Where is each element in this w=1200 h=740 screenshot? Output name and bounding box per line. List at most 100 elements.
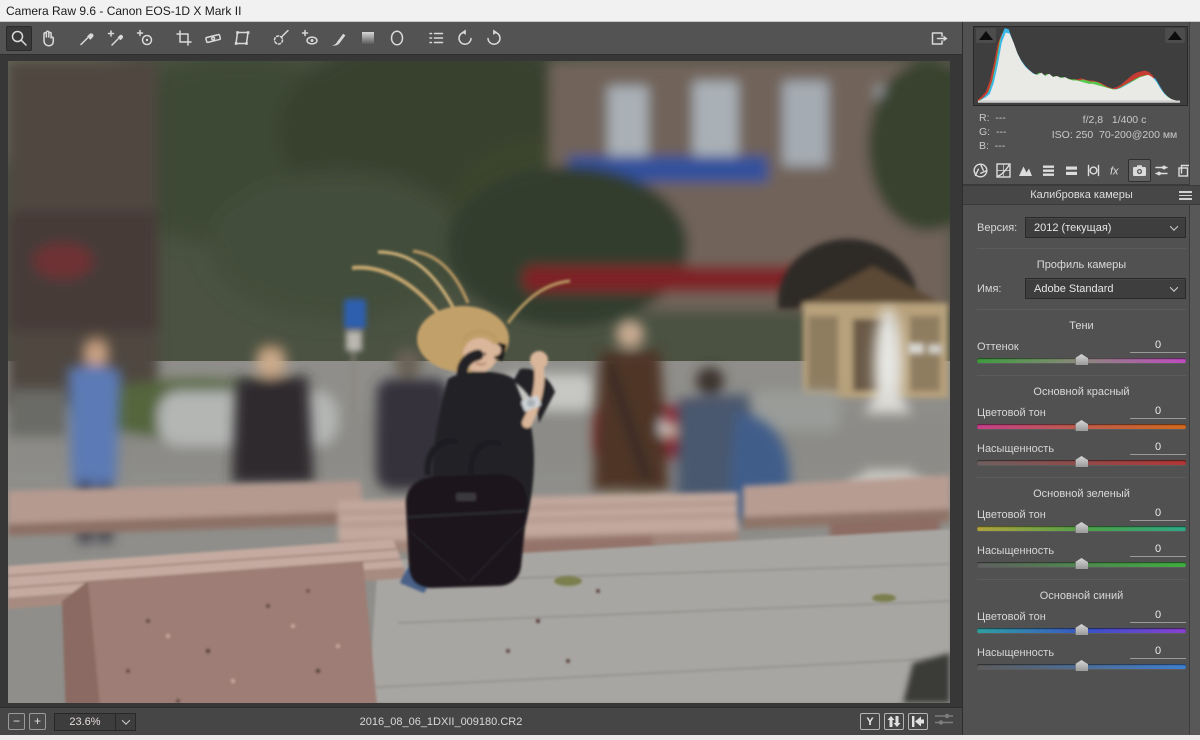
red-hue-label: Цветовой тон (977, 407, 1046, 419)
green-saturation-value-field[interactable]: 0 (1130, 543, 1186, 557)
before-after-toggle-button[interactable]: Y (860, 713, 880, 730)
tab-presets[interactable] (1151, 159, 1174, 182)
process-version-select[interactable]: 2012 (текущая) (1025, 217, 1186, 238)
panel-scrollbar[interactable] (1189, 22, 1200, 735)
camera-raw-window: Camera Raw 9.6 - Canon EOS-1D X Mark II (0, 0, 1200, 740)
g-label: G: (979, 126, 991, 138)
rotate-right-icon[interactable] (481, 26, 507, 51)
zoom-level-dropdown[interactable] (116, 712, 136, 731)
red-hue-slider[interactable] (977, 420, 1186, 431)
image-canvas (0, 55, 962, 707)
chevron-down-icon (1169, 283, 1179, 292)
green-saturation-slider[interactable] (977, 558, 1186, 569)
tab-effects[interactable]: fx (1105, 159, 1128, 182)
tint-slider-thumb[interactable] (1075, 354, 1088, 365)
copy-settings-button[interactable] (908, 713, 928, 730)
tab-hsl-grayscale[interactable] (1037, 159, 1060, 182)
blue-saturation-value-field[interactable]: 0 (1130, 645, 1186, 659)
tab-lens-corrections[interactable] (1083, 159, 1106, 182)
red-hue-value-field[interactable]: 0 (1130, 405, 1186, 419)
red-eye-tool-icon[interactable] (297, 26, 323, 51)
adjustment-brush-tool-icon[interactable] (326, 26, 352, 51)
adjustments-panel: R: --- G: --- B: --- f/2,8 1/400 c ISO: … (962, 22, 1200, 735)
green-hue-value-field[interactable]: 0 (1130, 507, 1186, 521)
camera-profile-select[interactable]: Adobe Standard (1025, 278, 1186, 299)
red-primary-section-title: Основной красный (1033, 386, 1130, 398)
photo-preview[interactable] (8, 61, 950, 703)
aperture-value: f/2,8 (1082, 114, 1104, 126)
tint-value-field[interactable]: 0 (1130, 339, 1186, 353)
iso-value: ISO: 250 (1051, 129, 1094, 141)
zoom-tool-icon[interactable] (6, 25, 32, 51)
green-hue-label: Цветовой тон (977, 509, 1046, 521)
red-saturation-slider[interactable] (977, 456, 1186, 467)
toolbar (0, 22, 962, 55)
b-value: --- (994, 140, 1006, 152)
red-saturation-value-field[interactable]: 0 (1130, 441, 1186, 455)
swap-before-after-button[interactable] (884, 713, 904, 730)
blue-hue-slider[interactable] (977, 624, 1186, 635)
lens-value: 70-200@200 мм (1099, 129, 1178, 141)
status-bar: − + 23.6% 2016_08_06_1DXII_009180.CR2 Y (0, 707, 962, 735)
tab-split-toning[interactable] (1060, 159, 1083, 182)
tint-label: Оттенок (977, 341, 1019, 353)
shadow-clipping-indicator[interactable] (976, 28, 996, 43)
hand-tool-icon[interactable] (35, 26, 61, 51)
transform-tool-icon[interactable] (229, 26, 255, 51)
tab-camera-calibration[interactable] (1127, 159, 1151, 182)
tab-tone-curve[interactable] (992, 159, 1015, 182)
blue-hue-slider-thumb[interactable] (1075, 624, 1088, 635)
green-primary-section-title: Основной зеленый (1033, 488, 1130, 500)
profile-name-label: Имя: (977, 282, 1002, 295)
green-hue-slider-thumb[interactable] (1075, 522, 1088, 533)
panel-header: Калибровка камеры (963, 185, 1200, 205)
graduated-filter-tool-icon[interactable] (355, 26, 381, 51)
red-saturation-slider-thumb[interactable] (1075, 456, 1088, 467)
crop-tool-icon[interactable] (171, 26, 197, 51)
color-sampler-tool-icon[interactable] (103, 26, 129, 51)
blue-saturation-slider[interactable] (977, 660, 1186, 671)
straighten-tool-icon[interactable] (200, 26, 226, 51)
radial-filter-tool-icon[interactable] (384, 26, 410, 51)
tab-basic[interactable] (969, 159, 992, 182)
r-label: R: (979, 112, 990, 124)
white-balance-tool-icon[interactable] (74, 26, 100, 51)
blue-saturation-label: Насыщенность (977, 647, 1055, 659)
chevron-down-icon (121, 715, 130, 725)
tab-detail[interactable] (1014, 159, 1037, 182)
highlight-clipping-indicator[interactable] (1165, 28, 1185, 43)
panel-menu-icon[interactable] (1179, 191, 1192, 202)
shadows-section-title: Тени (1069, 320, 1094, 332)
svg-text:fx: fx (1110, 166, 1119, 178)
exif-readout: R: --- G: --- B: --- f/2,8 1/400 c ISO: … (963, 106, 1200, 157)
zoom-level-value[interactable]: 23.6% (54, 712, 116, 731)
version-value: 2012 (текущая) (1034, 221, 1112, 234)
tint-slider[interactable] (977, 354, 1186, 365)
b-label: B: (979, 140, 989, 152)
histogram[interactable] (973, 26, 1188, 106)
targeted-adjustment-tool-icon[interactable] (132, 26, 158, 51)
blue-hue-value-field[interactable]: 0 (1130, 609, 1186, 623)
green-hue-slider[interactable] (977, 522, 1186, 533)
spot-removal-tool-icon[interactable] (268, 26, 294, 51)
blue-saturation-slider-thumb[interactable] (1075, 660, 1088, 671)
zoom-in-button[interactable]: + (29, 713, 46, 730)
green-saturation-slider-thumb[interactable] (1075, 558, 1088, 569)
red-hue-slider-thumb[interactable] (1075, 420, 1088, 431)
red-saturation-label: Насыщенность (977, 443, 1055, 455)
shutter-value: 1/400 c (1111, 114, 1147, 126)
profile-value: Adobe Standard (1034, 282, 1114, 295)
rotate-left-icon[interactable] (452, 26, 478, 51)
preview-preferences-icon (934, 712, 954, 732)
preferences-icon[interactable] (423, 26, 449, 51)
version-label: Версия: (977, 221, 1018, 234)
r-value: --- (995, 112, 1006, 124)
fullscreen-toggle-icon[interactable] (926, 26, 952, 51)
camera-profile-section-title: Профиль камеры (1036, 259, 1127, 271)
zoom-out-button[interactable]: − (8, 713, 25, 730)
panel-title: Калибровка камеры (1030, 189, 1133, 201)
chevron-down-icon (1169, 222, 1179, 231)
window-title: Camera Raw 9.6 - Canon EOS-1D X Mark II (6, 3, 242, 18)
panel-tabs: fx (963, 157, 1200, 185)
green-saturation-label: Насыщенность (977, 545, 1055, 557)
